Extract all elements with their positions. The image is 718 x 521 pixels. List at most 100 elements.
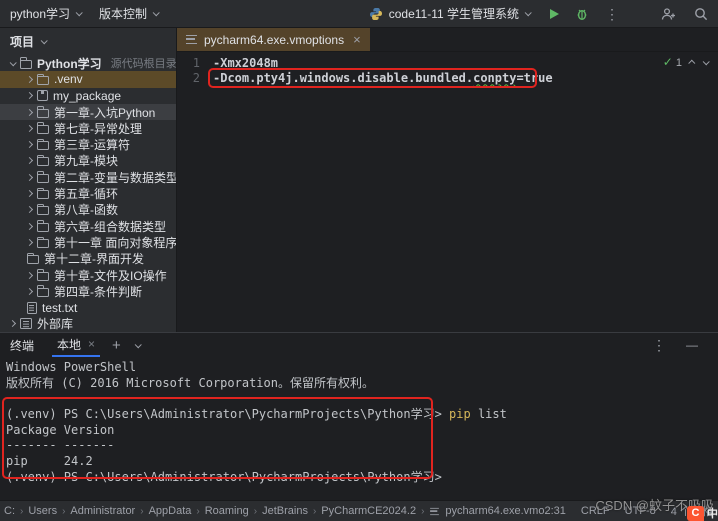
folder-icon <box>37 223 49 232</box>
library-icon <box>20 318 32 329</box>
chevron-right-icon[interactable] <box>26 108 33 115</box>
breadcrumb-item[interactable]: JetBrains <box>262 505 308 517</box>
folder-icon <box>27 255 39 264</box>
run-configuration-label: code11-11 学生管理系统 <box>389 5 519 22</box>
caret-position[interactable]: 2:31 <box>544 505 565 517</box>
project-tree: Python学习 源代码根目录, C:\User .venv my_packag… <box>0 55 176 332</box>
search-icon[interactable] <box>694 7 708 21</box>
chevron-right-icon[interactable] <box>26 206 33 213</box>
close-icon[interactable]: × <box>353 32 361 47</box>
tree-item-chapter-9[interactable]: 第九章-模块 <box>0 153 176 169</box>
run-icon[interactable] <box>550 9 559 19</box>
chevron-right-icon[interactable] <box>26 92 33 99</box>
tree-item-external-libraries[interactable]: 外部库 <box>0 316 176 332</box>
tree-item-venv[interactable]: .venv <box>0 71 176 87</box>
tree-item-chapter-3[interactable]: 第三章-运算符 <box>0 136 176 152</box>
chevron-right-icon[interactable] <box>26 141 33 148</box>
chevron-down-icon[interactable] <box>10 59 17 66</box>
chevron-right-icon[interactable] <box>26 190 33 197</box>
breadcrumb-item[interactable]: PyCharmCE2024.2 <box>321 505 416 517</box>
close-icon[interactable]: × <box>88 337 95 351</box>
folder-icon <box>20 60 32 69</box>
chevron-right-icon[interactable] <box>26 288 33 295</box>
chevron-down-icon <box>153 9 160 16</box>
tree-item-chapter-1[interactable]: 第一章-入坑Python <box>0 104 176 120</box>
folder-icon <box>37 190 49 199</box>
code-line: 1 -Xmx2048m <box>177 56 718 71</box>
project-panel-header[interactable]: 项目 <box>0 28 176 55</box>
project-widget[interactable]: python学习 <box>10 5 81 22</box>
vcs-widget-label: 版本控制 <box>99 5 147 22</box>
folder-icon <box>37 206 49 215</box>
project-panel-title: 项目 <box>10 33 34 50</box>
tree-item-chapter-12[interactable]: 第十二章-界面开发 <box>0 251 176 267</box>
tree-item-chapter-7[interactable]: 第七章-异常处理 <box>0 120 176 136</box>
tree-item-chapter-11[interactable]: 第十一章 面向对象程序设计 <box>0 234 176 250</box>
folder-icon <box>37 239 49 248</box>
chevron-down-icon[interactable] <box>134 341 141 348</box>
chevron-down-icon <box>525 9 532 16</box>
minimize-icon[interactable]: — <box>686 338 698 352</box>
tree-item-chapter-5[interactable]: 第五章-循环 <box>0 185 176 201</box>
folder-icon <box>37 157 49 166</box>
editor-tab-bar: pycharm64.exe.vmoptions × <box>177 28 718 52</box>
spellcheck-word: conpty <box>473 71 516 85</box>
chevron-down-icon <box>41 37 48 44</box>
chevron-right-icon[interactable] <box>26 157 33 164</box>
terminal-output[interactable]: Windows PowerShell 版权所有 (C) 2016 Microso… <box>0 357 718 486</box>
more-actions-icon[interactable]: ⋮ <box>605 7 619 21</box>
inspections-widget[interactable]: ✓ 1 <box>663 55 708 69</box>
debug-icon[interactable] <box>575 7 589 21</box>
breadcrumb: C:› Users› Administrator› AppData› Roami… <box>4 505 544 517</box>
check-icon: ✓ <box>663 55 673 69</box>
run-configuration-selector[interactable]: code11-11 学生管理系统 <box>369 5 530 22</box>
tree-item-chapter-4[interactable]: 第四章-条件判断 <box>0 283 176 299</box>
package-icon <box>37 90 48 101</box>
breadcrumb-item[interactable]: Administrator <box>70 505 135 517</box>
chevron-right-icon[interactable] <box>26 76 33 83</box>
chevron-right-icon[interactable] <box>26 239 33 246</box>
add-user-icon[interactable] <box>661 7 676 21</box>
tree-item-chapter-10[interactable]: 第十章-文件及IO操作 <box>0 267 176 283</box>
chevron-right-icon[interactable] <box>26 223 33 230</box>
terminal-tab-local[interactable]: 本地 × <box>52 333 100 357</box>
breadcrumb-item[interactable]: AppData <box>149 505 192 517</box>
chevron-right-icon[interactable] <box>26 271 33 278</box>
python-logo-icon <box>369 7 383 21</box>
up-arrow-icon[interactable] <box>688 59 695 66</box>
terminal-prompt-line: (.venv) PS C:\Users\Administrator\Pychar… <box>6 470 718 486</box>
file-icon <box>27 302 37 314</box>
terminal-panel-title[interactable]: 终端 <box>10 337 34 354</box>
tree-item-test-txt[interactable]: test.txt <box>0 299 176 315</box>
folder-icon <box>37 109 49 118</box>
chevron-right-icon[interactable] <box>9 320 16 327</box>
code-editor[interactable]: 1 -Xmx2048m 2 -Dcom.pty4j.windows.disabl… <box>177 52 718 332</box>
tree-item-chapter-2[interactable]: 第二章-变量与数据类型 <box>0 169 176 185</box>
csdn-logo: C 中 <box>687 505 718 521</box>
tree-item-chapter-8[interactable]: 第八章-函数 <box>0 202 176 218</box>
folder-icon <box>37 141 49 150</box>
tree-item-chapter-6[interactable]: 第六章-组合数据类型 <box>0 218 176 234</box>
tree-item-my-package[interactable]: my_package <box>0 88 176 104</box>
editor-area: pycharm64.exe.vmoptions × 1 -Xmx2048m 2 … <box>177 28 718 332</box>
line-number: 2 <box>177 71 213 86</box>
breadcrumb-item[interactable]: Users <box>28 505 57 517</box>
breadcrumb-item[interactable]: Roaming <box>205 505 249 517</box>
folder-icon <box>37 125 49 134</box>
breadcrumb-item[interactable]: C: <box>4 505 15 517</box>
main-toolbar: python学习 版本控制 code11-11 学生管理系统 <box>0 0 718 28</box>
terminal-header: 终端 本地 × + ⋮ — <box>0 333 718 357</box>
new-terminal-tab-icon[interactable]: + <box>112 337 121 354</box>
tree-item-project-root[interactable]: Python学习 源代码根目录, C:\User <box>0 55 176 71</box>
chevron-right-icon[interactable] <box>26 125 33 132</box>
chevron-right-icon[interactable] <box>26 174 33 181</box>
editor-tab-vmoptions[interactable]: pycharm64.exe.vmoptions × <box>177 28 370 51</box>
pycharm-window: python学习 版本控制 code11-11 学生管理系统 <box>0 0 718 521</box>
breadcrumb-file[interactable]: pycharm64.exe.vmo <box>429 505 544 517</box>
file-type-icon <box>431 507 440 514</box>
more-actions-icon[interactable]: ⋮ <box>652 338 666 352</box>
terminal-command: pip <box>449 407 471 421</box>
vcs-widget[interactable]: 版本控制 <box>99 5 158 22</box>
code-line: 2 -Dcom.pty4j.windows.disable.bundled.co… <box>177 71 718 86</box>
terminal-panel: 终端 本地 × + ⋮ — Windows PowerShell 版权所有 (C… <box>0 332 718 500</box>
